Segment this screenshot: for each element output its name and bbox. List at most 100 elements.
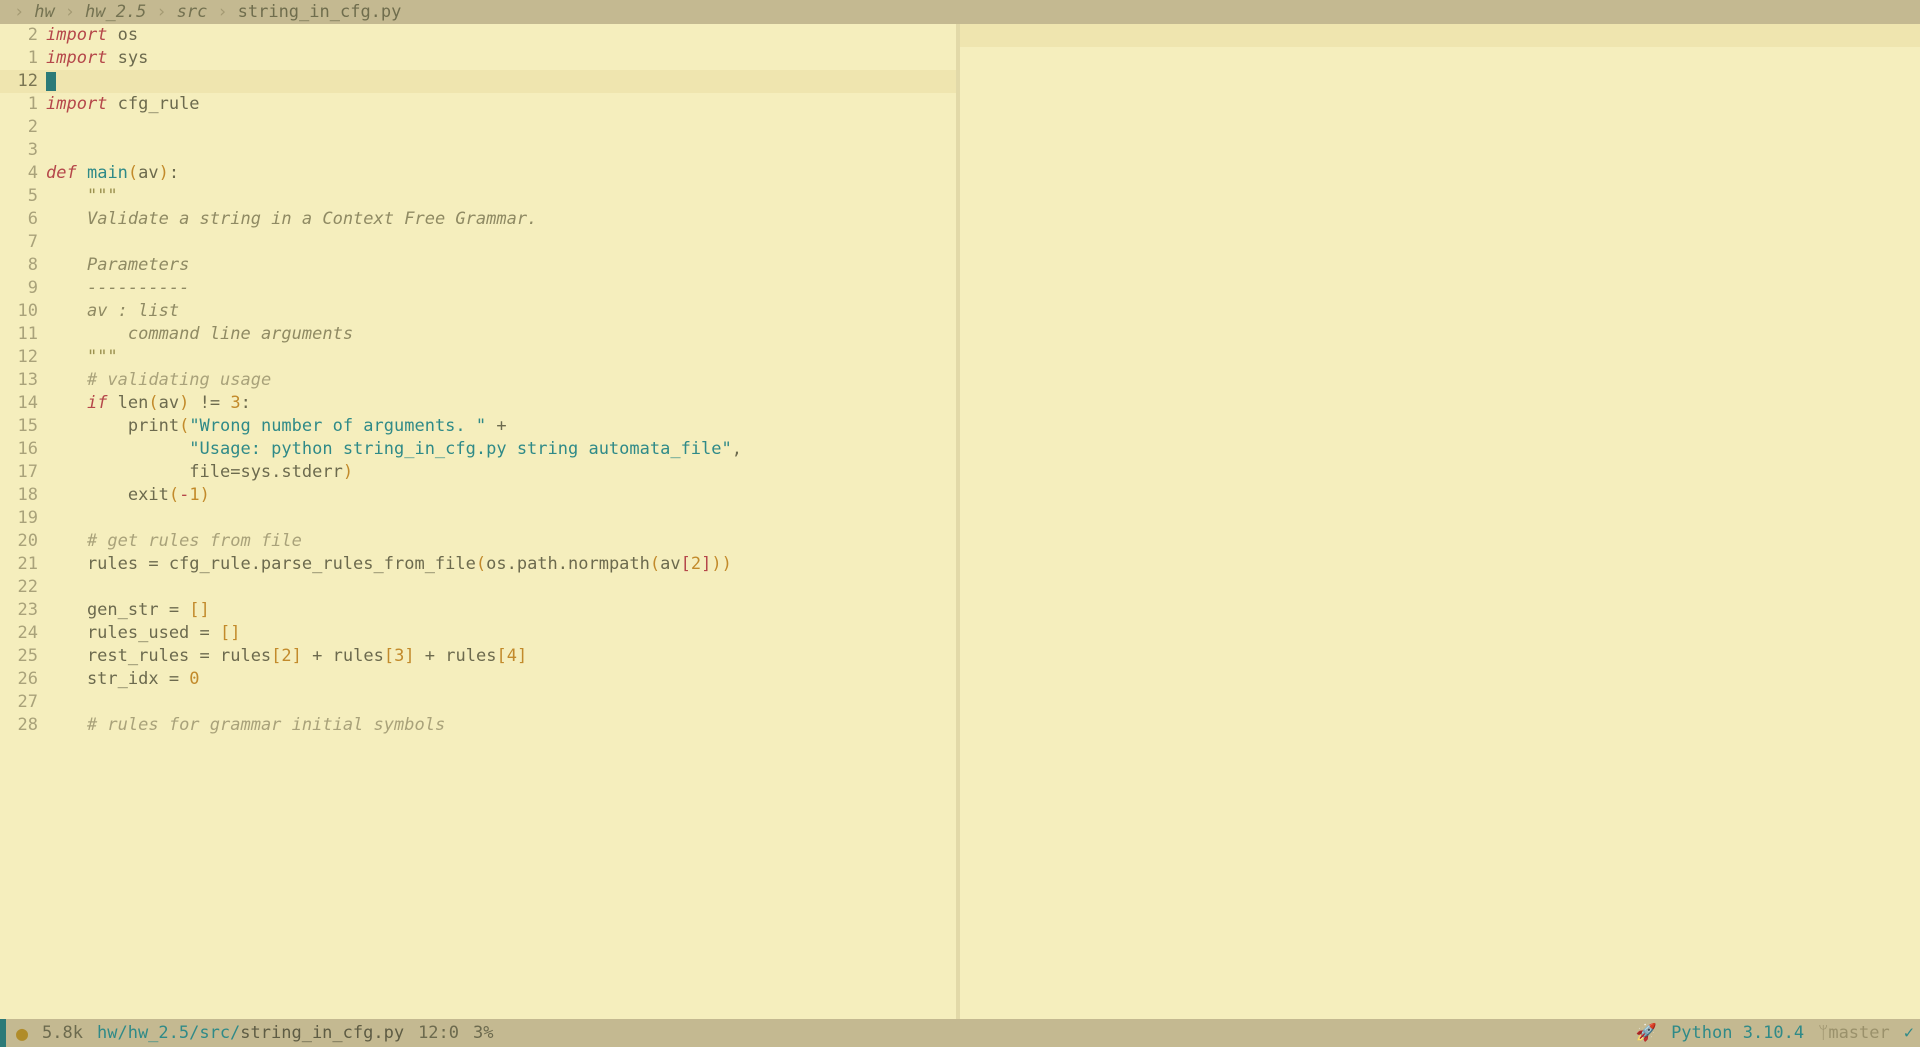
status-path[interactable]: hw/hw_2.5/src/string_in_cfg.py bbox=[97, 1023, 404, 1043]
breadcrumb[interactable]: › hw › hw_2.5 › src › string_in_cfg.py bbox=[0, 0, 1920, 24]
code-line[interactable]: 13 # validating usage bbox=[0, 369, 956, 392]
code-line[interactable]: 2 bbox=[0, 116, 956, 139]
code-text: str_idx = bbox=[46, 668, 189, 691]
cursor bbox=[46, 72, 56, 91]
code-line[interactable]: 23 gen_str = [] bbox=[0, 599, 956, 622]
code-text: sys bbox=[107, 47, 148, 70]
code-line[interactable]: 9 ---------- bbox=[0, 277, 956, 300]
code-line[interactable]: 6 Validate a string in a Context Free Gr… bbox=[0, 208, 956, 231]
line-number: 9 bbox=[0, 277, 46, 300]
code-line[interactable]: 21 rules = cfg_rule.parse_rules_from_fil… bbox=[0, 553, 956, 576]
line-number: 12 bbox=[0, 346, 46, 369]
line-number: 2 bbox=[0, 116, 46, 139]
code-line[interactable]: 11 command line arguments bbox=[0, 323, 956, 346]
line-number: 1 bbox=[0, 47, 46, 70]
code-line[interactable]: 25 rest_rules = rules[2] + rules[3] + ru… bbox=[0, 645, 956, 668]
code-line[interactable]: 20 # get rules from file bbox=[0, 530, 956, 553]
paren: ) bbox=[159, 162, 169, 185]
code-area-empty[interactable] bbox=[960, 24, 1920, 47]
code-line[interactable]: 1import cfg_rule bbox=[0, 93, 956, 116]
breadcrumb-file[interactable]: string_in_cfg.py bbox=[238, 2, 402, 22]
code-text: != bbox=[189, 392, 230, 415]
code-area[interactable]: 2import os 1import sys 12 1import cfg_ru… bbox=[0, 24, 956, 737]
keyword: import bbox=[46, 47, 107, 70]
number: 2 bbox=[691, 553, 701, 576]
indent bbox=[46, 254, 87, 277]
line-number: 1 bbox=[0, 93, 46, 116]
chevron-right-icon: › bbox=[4, 2, 34, 22]
code-line[interactable]: 28 # rules for grammar initial symbols bbox=[0, 714, 956, 737]
paren: ( bbox=[476, 553, 486, 576]
number: 2 bbox=[281, 645, 291, 668]
code-line[interactable]: 10 av : list bbox=[0, 300, 956, 323]
breadcrumb-segment[interactable]: hw bbox=[34, 2, 54, 22]
code-line[interactable]: 15 print("Wrong number of arguments. " + bbox=[0, 415, 956, 438]
comment: # validating usage bbox=[87, 369, 271, 392]
paren: ( bbox=[179, 415, 189, 438]
mode-indicator bbox=[0, 1019, 6, 1047]
code-text bbox=[77, 162, 87, 185]
line-number: 7 bbox=[0, 231, 46, 254]
git-branch[interactable]: ᛘmaster bbox=[1818, 1023, 1890, 1043]
line-number: 8 bbox=[0, 254, 46, 277]
docstring-quote: """ bbox=[87, 346, 118, 369]
code-line[interactable]: 2import os bbox=[0, 24, 956, 47]
paren: ) bbox=[711, 553, 721, 576]
chevron-right-icon: › bbox=[207, 2, 237, 22]
docstring: av : list bbox=[87, 300, 179, 323]
code-line[interactable]: 17 file=sys.stderr) bbox=[0, 461, 956, 484]
code-text: : bbox=[169, 162, 179, 185]
bracket: [ bbox=[384, 645, 394, 668]
indent bbox=[46, 323, 128, 346]
code-line[interactable]: 16 "Usage: python string_in_cfg.py strin… bbox=[0, 438, 956, 461]
indent bbox=[46, 277, 87, 300]
code-line[interactable]: 12 """ bbox=[0, 346, 956, 369]
indent bbox=[46, 208, 87, 231]
line-number: 23 bbox=[0, 599, 46, 622]
indent bbox=[46, 714, 87, 737]
bracket: ] bbox=[517, 645, 527, 668]
code-line[interactable]: 5 """ bbox=[0, 185, 956, 208]
code-line[interactable]: 4def main(av): bbox=[0, 162, 956, 185]
code-line[interactable]: 14 if len(av) != 3: bbox=[0, 392, 956, 415]
code-line-current[interactable] bbox=[960, 24, 1920, 47]
code-line[interactable]: 8 Parameters bbox=[0, 254, 956, 277]
code-line[interactable]: 18 exit(-1) bbox=[0, 484, 956, 507]
code-line[interactable]: 27 bbox=[0, 691, 956, 714]
code-text: rules_used = bbox=[46, 622, 220, 645]
code-line[interactable]: 7 bbox=[0, 231, 956, 254]
breadcrumb-segment[interactable]: src bbox=[177, 2, 208, 22]
language-indicator[interactable]: Python 3.10.4 bbox=[1671, 1023, 1804, 1043]
keyword: def bbox=[46, 162, 77, 185]
line-number: 22 bbox=[0, 576, 46, 599]
bracket: ] bbox=[404, 645, 414, 668]
code-line[interactable]: 26 str_idx = 0 bbox=[0, 668, 956, 691]
code-line-current[interactable]: 12 bbox=[0, 70, 956, 93]
docstring-quote: """ bbox=[87, 185, 118, 208]
breadcrumb-segment[interactable]: hw_2.5 bbox=[85, 2, 146, 22]
code-text: rest_rules = rules bbox=[46, 645, 271, 668]
editor-root: › hw › hw_2.5 › src › string_in_cfg.py 2… bbox=[0, 0, 1920, 1047]
line-number: 20 bbox=[0, 530, 46, 553]
indent bbox=[46, 392, 87, 415]
line-number: 18 bbox=[0, 484, 46, 507]
keyword: import bbox=[46, 24, 107, 47]
code-line[interactable]: 3 bbox=[0, 139, 956, 162]
line-number: 26 bbox=[0, 668, 46, 691]
line-number: 11 bbox=[0, 323, 46, 346]
code-line[interactable]: 19 bbox=[0, 507, 956, 530]
line-number: 16 bbox=[0, 438, 46, 461]
line-number: 12 bbox=[0, 70, 46, 93]
status-bar[interactable]: ● 5.8k hw/hw_2.5/src/string_in_cfg.py 12… bbox=[0, 1019, 1920, 1047]
code-line[interactable]: 1import sys bbox=[0, 47, 956, 70]
docstring: Parameters bbox=[87, 254, 189, 277]
editor-pane-left[interactable]: 2import os 1import sys 12 1import cfg_ru… bbox=[0, 24, 960, 1019]
line-number: 4 bbox=[0, 162, 46, 185]
editor-pane-right[interactable] bbox=[960, 24, 1920, 1019]
comment: # get rules from file bbox=[87, 530, 302, 553]
rocket-icon[interactable]: 🚀 bbox=[1636, 1023, 1657, 1043]
code-line[interactable]: 24 rules_used = [] bbox=[0, 622, 956, 645]
bracket: [ bbox=[271, 645, 281, 668]
indent bbox=[46, 369, 87, 392]
code-line[interactable]: 22 bbox=[0, 576, 956, 599]
